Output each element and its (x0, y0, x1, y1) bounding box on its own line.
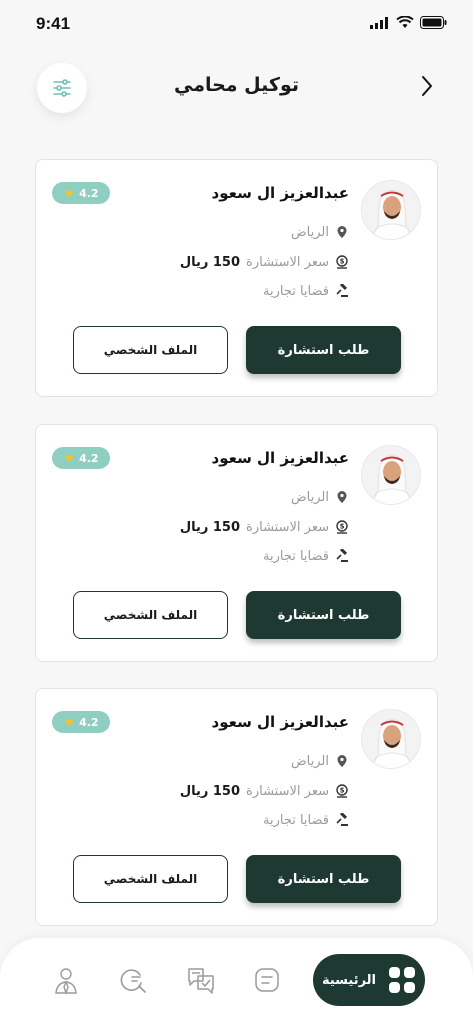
location-pin-icon (335, 225, 349, 239)
location-text: الرياض (290, 489, 329, 505)
price-value: 150 ريال (179, 519, 241, 535)
lawyer-card: عبدالعزيز ال سعود ★ 4.2 الرياض $ سعر الا… (35, 688, 438, 926)
location-text: الرياض (290, 224, 329, 240)
location-row: الرياض (291, 487, 349, 507)
lawyer-name: عبدالعزيز ال سعود (211, 184, 350, 202)
price-value: 150 ريال (179, 783, 241, 799)
lawyer-card: عبدالعزيز ال سعود ★ 4.2 الرياض $ سعر الا… (35, 159, 438, 397)
money-icon: $ (335, 520, 349, 534)
location-row: الرياض (291, 222, 349, 242)
request-consultation-button[interactable]: طلب استشارة (246, 326, 401, 374)
svg-text:$: $ (340, 258, 345, 266)
battery-icon (420, 16, 447, 29)
price-row: $ سعر الاستشارة 150 ريال (180, 252, 349, 272)
grid-icon (389, 967, 416, 993)
status-bar: 9:41 (0, 0, 473, 50)
wifi-icon (396, 16, 414, 28)
money-icon: $ (335, 784, 349, 798)
search-icon (120, 969, 146, 993)
price-label: سعر الاستشارة (246, 783, 329, 799)
profile-button[interactable]: الملف الشخصي (73, 591, 228, 639)
price-label: سعر الاستشارة (246, 519, 329, 535)
price-row: $ سعر الاستشارة 150 ريال (180, 517, 349, 537)
header: توكيل محامي (0, 60, 473, 120)
avatar[interactable] (361, 709, 421, 769)
profile-button[interactable]: الملف الشخصي (73, 855, 228, 903)
star-icon: ★ (63, 450, 76, 466)
gavel-icon (335, 549, 349, 563)
lawyer-name: عبدالعزيز ال سعود (211, 449, 350, 467)
request-consultation-button[interactable]: طلب استشارة (246, 855, 401, 903)
svg-text:$: $ (340, 523, 345, 531)
price-label: سعر الاستشارة (246, 254, 329, 270)
case-type-row: قضايا تجارية (263, 546, 349, 566)
avatar[interactable] (361, 445, 421, 505)
rating-value: 4.2 (79, 451, 99, 465)
money-icon: $ (335, 255, 349, 269)
gavel-icon (335, 813, 349, 827)
nav-documents[interactable] (252, 965, 282, 995)
nav-consultations[interactable] (186, 965, 216, 995)
rating-badge: ★ 4.2 (52, 711, 110, 733)
star-icon: ★ (63, 185, 76, 201)
lawyer-name: عبدالعزيز ال سعود (211, 713, 350, 731)
status-icons (370, 16, 447, 29)
case-type-row: قضايا تجارية (263, 281, 349, 301)
lawyer-card: عبدالعزيز ال سعود ★ 4.2 الرياض $ سعر الا… (35, 424, 438, 662)
nav-lawyers[interactable] (51, 965, 81, 995)
document-icon (255, 968, 279, 992)
bottom-nav: الرئيسية (0, 938, 473, 1024)
status-time: 9:41 (36, 14, 71, 33)
rating-value: 4.2 (79, 715, 99, 729)
star-icon: ★ (63, 714, 76, 730)
price-row: $ سعر الاستشارة 150 ريال (180, 781, 349, 801)
svg-text:$: $ (340, 787, 345, 795)
lawyer-icon (55, 968, 77, 994)
case-type: قضايا تجارية (263, 548, 329, 564)
chat-check-icon (188, 968, 214, 994)
signal-icon (370, 16, 388, 29)
chevron-right-icon (422, 76, 432, 96)
nav-search[interactable] (118, 965, 148, 995)
location-text: الرياض (290, 753, 329, 769)
nav-home-label: الرئيسية (321, 972, 377, 988)
location-pin-icon (335, 754, 349, 768)
location-row: الرياض (291, 751, 349, 771)
avatar[interactable] (361, 180, 421, 240)
location-pin-icon (335, 490, 349, 504)
rating-badge: ★ 4.2 (52, 182, 110, 204)
case-type: قضايا تجارية (263, 283, 329, 299)
profile-button[interactable]: الملف الشخصي (73, 326, 228, 374)
back-button[interactable] (415, 72, 439, 100)
rating-value: 4.2 (79, 186, 99, 200)
request-consultation-button[interactable]: طلب استشارة (246, 591, 401, 639)
price-value: 150 ريال (179, 254, 241, 270)
rating-badge: ★ 4.2 (52, 447, 110, 469)
nav-home[interactable]: الرئيسية (313, 954, 425, 1006)
page-title: توكيل محامي (173, 74, 299, 96)
gavel-icon (335, 284, 349, 298)
case-type-row: قضايا تجارية (263, 810, 349, 830)
case-type: قضايا تجارية (263, 812, 329, 828)
